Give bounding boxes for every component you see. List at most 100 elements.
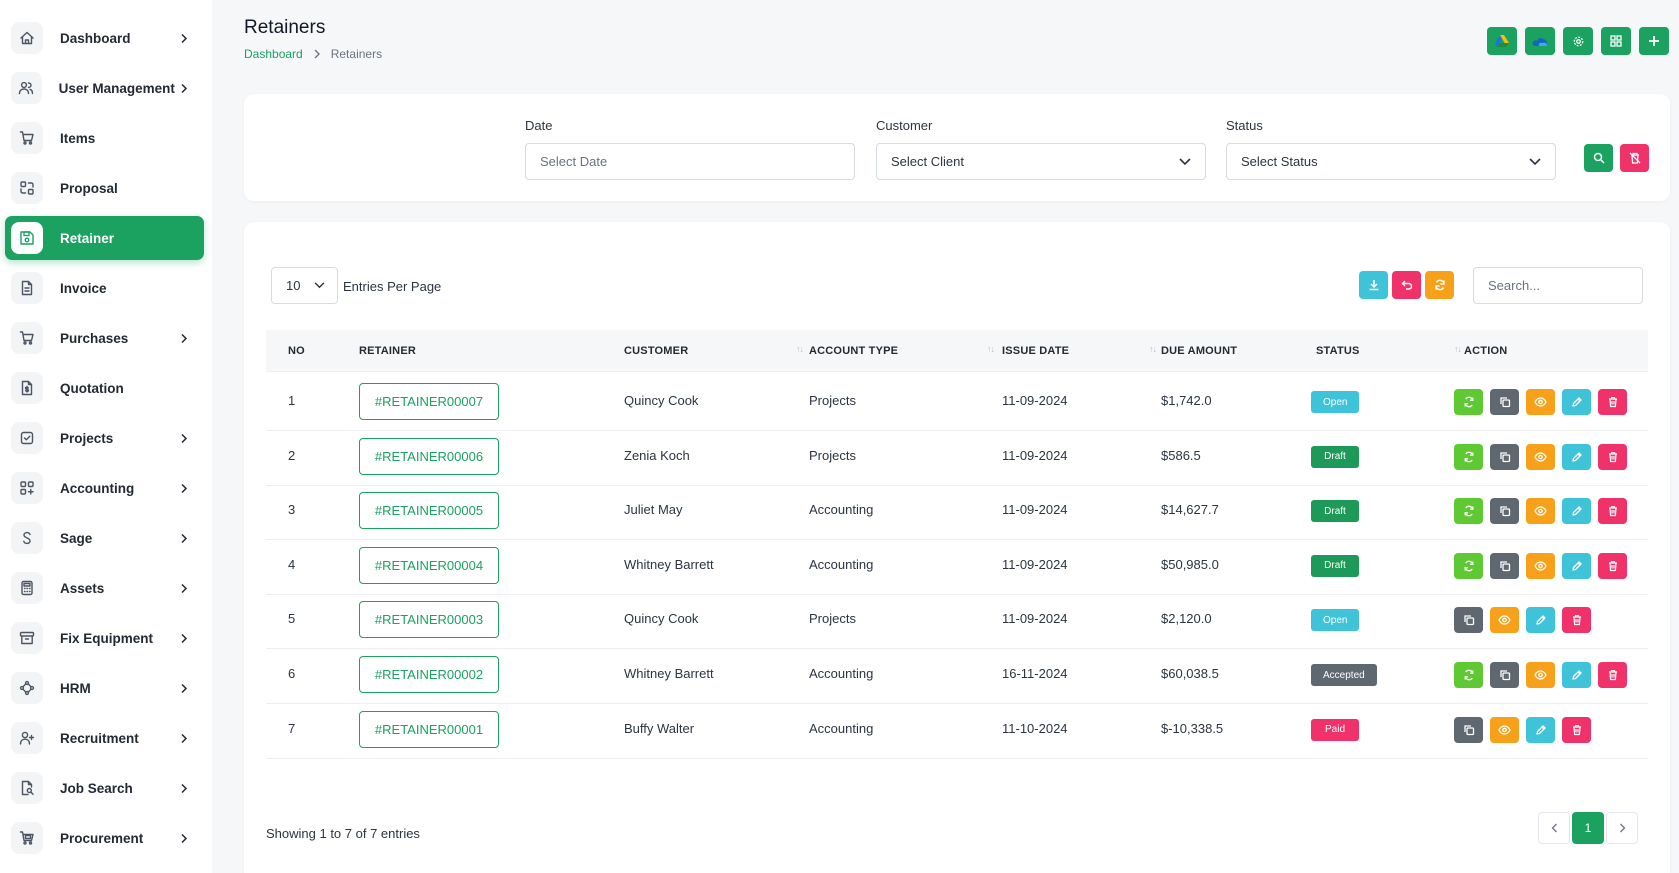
convert-button[interactable] — [1454, 662, 1483, 688]
convert-button[interactable] — [1454, 498, 1483, 525]
sort-icon[interactable]: ↑↓ — [987, 344, 995, 354]
edit-button[interactable] — [1562, 552, 1591, 579]
status-select[interactable]: Select Status — [1226, 143, 1556, 180]
retainer-number-button[interactable]: #RETAINER00006 — [359, 437, 499, 475]
google-drive-button[interactable] — [1487, 27, 1517, 55]
sidebar-item-assets[interactable]: Assets — [5, 566, 204, 610]
settings-button[interactable] — [1563, 27, 1593, 55]
sort-icon[interactable]: ↑↓ — [1454, 344, 1462, 354]
previous-page-button[interactable] — [1538, 812, 1570, 844]
convert-button[interactable] — [1454, 389, 1483, 415]
undo-button[interactable] — [1392, 271, 1421, 299]
convert-button[interactable] — [1454, 552, 1483, 579]
sidebar-item-sage[interactable]: Sage — [5, 516, 204, 560]
copy-icon — [1499, 505, 1511, 517]
add-retainer-button[interactable] — [1639, 27, 1669, 55]
apply-filter-button[interactable] — [1584, 144, 1613, 172]
due-amount-cell: $14,627.7 — [1161, 502, 1219, 518]
column-header-customer[interactable]: CUSTOMER — [624, 345, 688, 357]
edit-button[interactable] — [1526, 716, 1555, 743]
grid-view-button[interactable] — [1601, 27, 1631, 55]
duplicate-button[interactable] — [1490, 552, 1519, 579]
delete-button[interactable] — [1562, 716, 1591, 743]
duplicate-button[interactable] — [1490, 498, 1519, 525]
next-page-button[interactable] — [1606, 812, 1638, 844]
sidebar-item-invoice[interactable]: Invoice — [5, 266, 204, 310]
edit-button[interactable] — [1562, 498, 1591, 525]
sidebar-item-projects[interactable]: Projects — [5, 416, 204, 460]
sidebar-item-purchases[interactable]: Purchases — [5, 316, 204, 360]
column-header-account-type[interactable]: ACCOUNT TYPE — [809, 345, 898, 357]
delete-button[interactable] — [1562, 607, 1591, 634]
issue-date-cell: 11-10-2024 — [1002, 720, 1068, 736]
retainer-number-button[interactable]: #RETAINER00001 — [359, 710, 499, 748]
sidebar-item-label: Projects — [60, 430, 114, 446]
cart-icon — [11, 122, 43, 154]
sidebar-item-dashboard[interactable]: Dashboard — [5, 16, 204, 60]
grid-icon — [1610, 35, 1622, 47]
sidebar-item-user-management[interactable]: User Management — [5, 66, 204, 110]
copy-icon — [1499, 669, 1511, 681]
retainer-number-button[interactable]: #RETAINER00003 — [359, 601, 499, 639]
view-button[interactable] — [1490, 607, 1519, 634]
edit-button[interactable] — [1562, 389, 1591, 415]
delete-button[interactable] — [1598, 662, 1627, 688]
retainer-number-button[interactable]: #RETAINER00007 — [359, 383, 499, 420]
retainer-number-button[interactable]: #RETAINER00002 — [359, 656, 499, 693]
sidebar-item-proposal[interactable]: Proposal — [5, 166, 204, 210]
column-header-status[interactable]: STATUS — [1316, 345, 1360, 357]
status-badge: Accepted — [1311, 664, 1377, 686]
view-button[interactable] — [1526, 443, 1555, 470]
convert-button[interactable] — [1454, 443, 1483, 470]
sort-icon[interactable]: ↑↓ — [1149, 344, 1157, 354]
retainer-number-button[interactable]: #RETAINER00004 — [359, 546, 499, 584]
breadcrumb-dashboard-link[interactable]: Dashboard — [244, 47, 303, 61]
table-row: 6 #RETAINER00002 Whitney Barrett Accounting… — [266, 645, 1648, 704]
sort-icon[interactable]: ↑↓ — [796, 344, 804, 354]
column-header-issue-date[interactable]: ISSUE DATE — [1002, 345, 1069, 357]
sidebar-item-recruitment[interactable]: Recruitment — [5, 716, 204, 760]
delete-button[interactable] — [1598, 443, 1627, 470]
onedrive-button[interactable] — [1525, 27, 1555, 55]
sidebar-item-hrm[interactable]: HRM — [5, 666, 204, 710]
sidebar-item-retainer[interactable]: Retainer — [5, 216, 204, 260]
trash-icon — [1607, 669, 1619, 681]
delete-button[interactable] — [1598, 498, 1627, 525]
delete-button[interactable] — [1598, 389, 1627, 415]
copy-icon — [1499, 396, 1511, 408]
view-button[interactable] — [1526, 389, 1555, 415]
table-search-input[interactable] — [1473, 267, 1643, 304]
edit-button[interactable] — [1562, 443, 1591, 470]
sidebar-item-accounting[interactable]: Accounting — [5, 466, 204, 510]
edit-button[interactable] — [1526, 607, 1555, 634]
edit-button[interactable] — [1562, 662, 1591, 688]
sidebar-item-fix-equipment[interactable]: Fix Equipment — [5, 616, 204, 660]
delete-button[interactable] — [1598, 552, 1627, 579]
duplicate-button[interactable] — [1490, 662, 1519, 688]
chevron-down-icon — [1529, 157, 1541, 165]
sidebar-item-quotation[interactable]: Quotation — [5, 366, 204, 410]
page-button-current[interactable]: 1 — [1572, 812, 1604, 844]
duplicate-button[interactable] — [1490, 443, 1519, 470]
entries-per-page-select[interactable]: 10 — [271, 267, 338, 304]
refresh-button[interactable] — [1425, 271, 1454, 299]
duplicate-button[interactable] — [1454, 607, 1483, 634]
sidebar-item-procurement[interactable]: Procurement — [5, 816, 204, 860]
view-button[interactable] — [1526, 498, 1555, 525]
clear-filter-button[interactable] — [1620, 144, 1649, 172]
view-button[interactable] — [1490, 716, 1519, 743]
sidebar-item-job-search[interactable]: Job Search — [5, 766, 204, 810]
home-icon — [11, 22, 43, 54]
view-button[interactable] — [1526, 662, 1555, 688]
status-badge: Draft — [1311, 445, 1359, 468]
download-button[interactable] — [1359, 271, 1388, 299]
sidebar-item-items[interactable]: Items — [5, 116, 204, 160]
duplicate-button[interactable] — [1490, 389, 1519, 415]
view-button[interactable] — [1526, 552, 1555, 579]
retainer-number-button[interactable]: #RETAINER00005 — [359, 492, 499, 530]
trash-off-icon — [1629, 152, 1640, 164]
network-icon — [11, 672, 43, 704]
duplicate-button[interactable] — [1454, 716, 1483, 743]
date-filter-input[interactable]: Select Date — [525, 143, 855, 180]
customer-select[interactable]: Select Client — [876, 143, 1206, 180]
